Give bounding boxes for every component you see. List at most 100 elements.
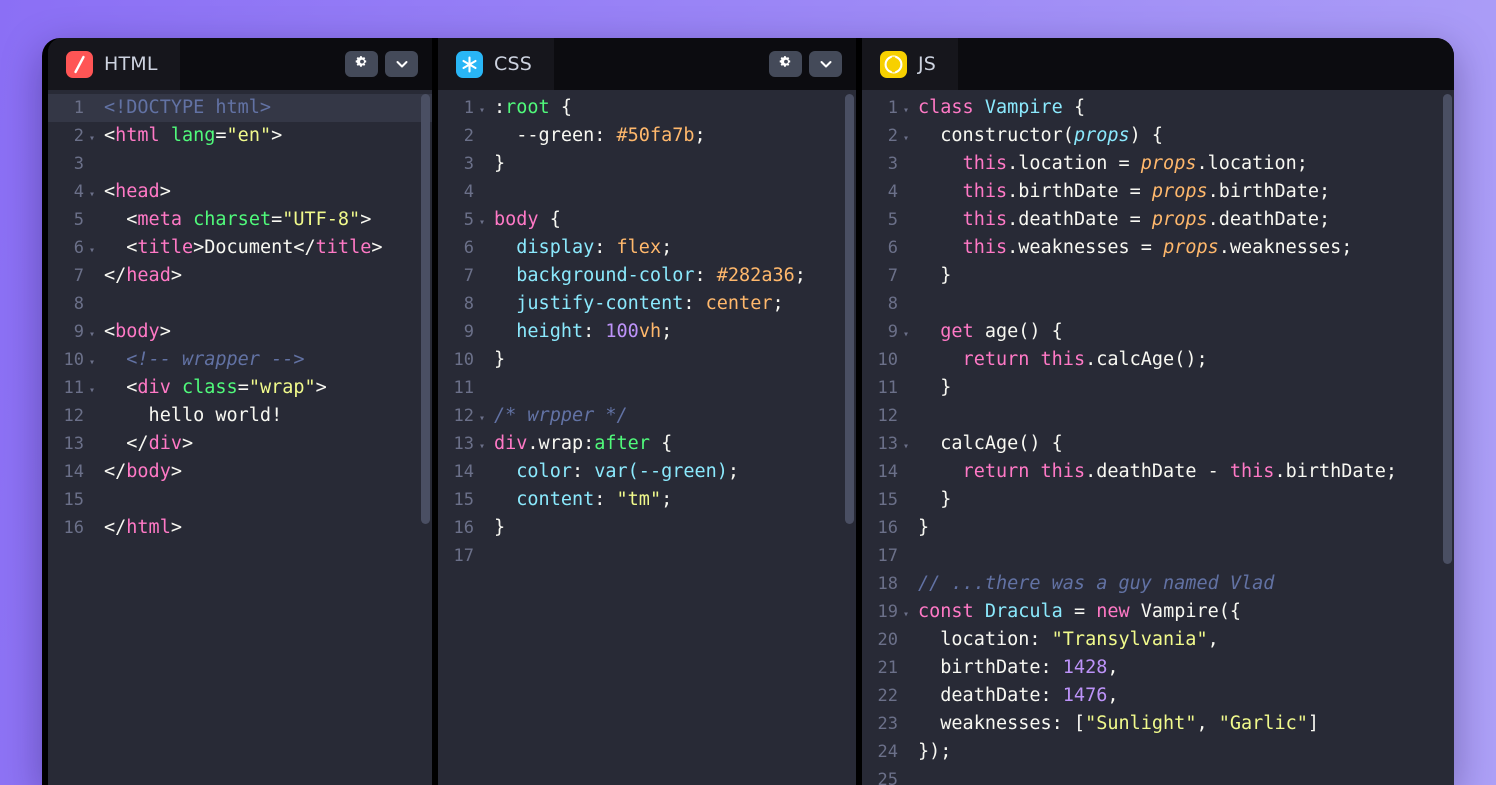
code-line[interactable]: 10 return this.calcAge(); [862, 346, 1454, 374]
code-line[interactable]: 8 [862, 290, 1454, 318]
vertical-scrollbar-js[interactable] [1441, 90, 1454, 785]
settings-button-css[interactable] [769, 51, 802, 77]
code-line[interactable]: 16</html> [48, 514, 432, 542]
token: 1476 [1063, 685, 1108, 706]
scrollbar-thumb[interactable] [845, 94, 854, 524]
code-line[interactable]: 11▾ <div class="wrap"> [48, 374, 432, 402]
code-line[interactable]: 13▾div.wrap:after { [438, 430, 856, 458]
code-line[interactable]: 5▾body { [438, 206, 856, 234]
code-line[interactable]: 9▾<body> [48, 318, 432, 346]
line-number: 17 [438, 542, 474, 570]
code-line[interactable]: 13▾ calcAge() { [862, 430, 1454, 458]
code-line[interactable]: 17 [438, 542, 856, 570]
scrollbar-thumb[interactable] [1443, 94, 1452, 564]
token: : [594, 489, 616, 510]
code-line[interactable]: 16} [862, 514, 1454, 542]
fold-arrow-icon[interactable]: ▾ [84, 125, 100, 153]
code-line[interactable]: 15 [48, 486, 432, 514]
code-line[interactable]: 20 location: "Transylvania", [862, 626, 1454, 654]
code-line[interactable]: 11 } [862, 374, 1454, 402]
code-line[interactable]: 23 weaknesses: ["Sunlight", "Garlic"] [862, 710, 1454, 738]
code-line[interactable]: 9 height: 100vh; [438, 318, 856, 346]
code-line[interactable]: 4 this.birthDate = props.birthDate; [862, 178, 1454, 206]
code-line[interactable]: 12 hello world! [48, 402, 432, 430]
code-line[interactable]: 10▾ <!-- wrapper --> [48, 346, 432, 374]
fold-arrow-icon[interactable]: ▾ [474, 209, 490, 237]
fold-arrow-icon[interactable]: ▾ [474, 97, 490, 125]
code-line[interactable]: 5 this.deathDate = props.deathDate; [862, 206, 1454, 234]
fold-arrow-icon[interactable]: ▾ [898, 97, 914, 125]
fold-arrow-icon[interactable]: ▾ [84, 321, 100, 349]
fold-arrow-icon[interactable]: ▾ [84, 181, 100, 209]
fold-arrow-icon[interactable]: ▾ [898, 321, 914, 349]
code-line[interactable]: 19▾const Dracula = new Vampire({ [862, 598, 1454, 626]
line-number: 3 [862, 150, 898, 178]
code-line[interactable]: 24}); [862, 738, 1454, 766]
token: ; [695, 125, 706, 146]
fold-arrow-icon[interactable]: ▾ [84, 349, 100, 377]
fold-arrow-icon[interactable]: ▾ [898, 601, 914, 629]
code-line[interactable]: 5 <meta charset="UTF-8"> [48, 206, 432, 234]
fold-arrow-icon[interactable]: ▾ [84, 237, 100, 265]
vertical-scrollbar-html[interactable] [419, 90, 432, 785]
code-line[interactable]: 10} [438, 346, 856, 374]
code-line[interactable]: 1<!DOCTYPE html> [48, 94, 432, 122]
code-line[interactable]: 25 [862, 766, 1454, 785]
settings-button-html[interactable] [345, 51, 378, 77]
code-line[interactable]: 16} [438, 514, 856, 542]
vertical-scrollbar-css[interactable] [843, 90, 856, 785]
code-line[interactable]: 3 [48, 150, 432, 178]
token: .weaknesses; [1219, 237, 1353, 258]
code-line[interactable]: 6▾ <title>Document</title> [48, 234, 432, 262]
code-line[interactable]: 1▾class Vampire { [862, 94, 1454, 122]
collapse-button-html[interactable] [385, 51, 418, 77]
code-line[interactable]: 21 birthDate: 1428, [862, 654, 1454, 682]
code-line[interactable]: 3} [438, 150, 856, 178]
code-line[interactable]: 8 [48, 290, 432, 318]
code-line[interactable]: 14</body> [48, 458, 432, 486]
code-line[interactable]: 17 [862, 542, 1454, 570]
code-line[interactable]: 1▾:root { [438, 94, 856, 122]
code-line[interactable]: 13 </div> [48, 430, 432, 458]
scrollbar-thumb[interactable] [421, 94, 430, 524]
token: justify-content [494, 293, 683, 314]
code-line[interactable]: 6 display: flex; [438, 234, 856, 262]
fold-arrow-icon[interactable]: ▾ [84, 377, 100, 405]
code-line[interactable]: 15 } [862, 486, 1454, 514]
code-line[interactable]: 14 color: var(--green); [438, 458, 856, 486]
fold-arrow-icon[interactable]: ▾ [898, 125, 914, 153]
code-line[interactable]: 12 [862, 402, 1454, 430]
tab-html[interactable]: HTML [48, 38, 180, 90]
fold-arrow-icon[interactable]: ▾ [898, 433, 914, 461]
code-line[interactable]: 12▾/* wrpper */ [438, 402, 856, 430]
collapse-button-css[interactable] [809, 51, 842, 77]
line-number: 18 [862, 570, 898, 598]
code-line[interactable]: 9▾ get age() { [862, 318, 1454, 346]
code-text: <!-- wrapper --> [100, 346, 304, 374]
code-line[interactable]: 2 --green: #50fa7b; [438, 122, 856, 150]
code-line[interactable]: 4▾<head> [48, 178, 432, 206]
fold-arrow-icon[interactable]: ▾ [474, 405, 490, 433]
code-line[interactable]: 7</head> [48, 262, 432, 290]
token: } [494, 349, 505, 370]
code-area-html[interactable]: 1<!DOCTYPE html>2▾<html lang="en">34▾<he… [48, 90, 432, 785]
code-line[interactable]: 8 justify-content: center; [438, 290, 856, 318]
tab-css[interactable]: CSS [438, 38, 554, 90]
code-line[interactable]: 2▾<html lang="en"> [48, 122, 432, 150]
code-area-css[interactable]: 1▾:root {2 --green: #50fa7b;3}45▾body {6… [438, 90, 856, 785]
code-line[interactable]: 6 this.weaknesses = props.weaknesses; [862, 234, 1454, 262]
code-line[interactable]: 7 background-color: #282a36; [438, 262, 856, 290]
code-line[interactable]: 22 deathDate: 1476, [862, 682, 1454, 710]
code-text: return this.deathDate - this.birthDate; [914, 458, 1397, 486]
code-line[interactable]: 3 this.location = props.location; [862, 150, 1454, 178]
code-line[interactable]: 18// ...there was a guy named Vlad [862, 570, 1454, 598]
fold-arrow-icon[interactable]: ▾ [474, 433, 490, 461]
code-line[interactable]: 14 return this.deathDate - this.birthDat… [862, 458, 1454, 486]
code-line[interactable]: 2▾ constructor(props) { [862, 122, 1454, 150]
tab-js[interactable]: JS [862, 38, 958, 90]
code-line[interactable]: 7 } [862, 262, 1454, 290]
code-line[interactable]: 11 [438, 374, 856, 402]
code-line[interactable]: 15 content: "tm"; [438, 486, 856, 514]
code-area-js[interactable]: 1▾class Vampire {2▾ constructor(props) {… [862, 90, 1454, 785]
code-line[interactable]: 4 [438, 178, 856, 206]
